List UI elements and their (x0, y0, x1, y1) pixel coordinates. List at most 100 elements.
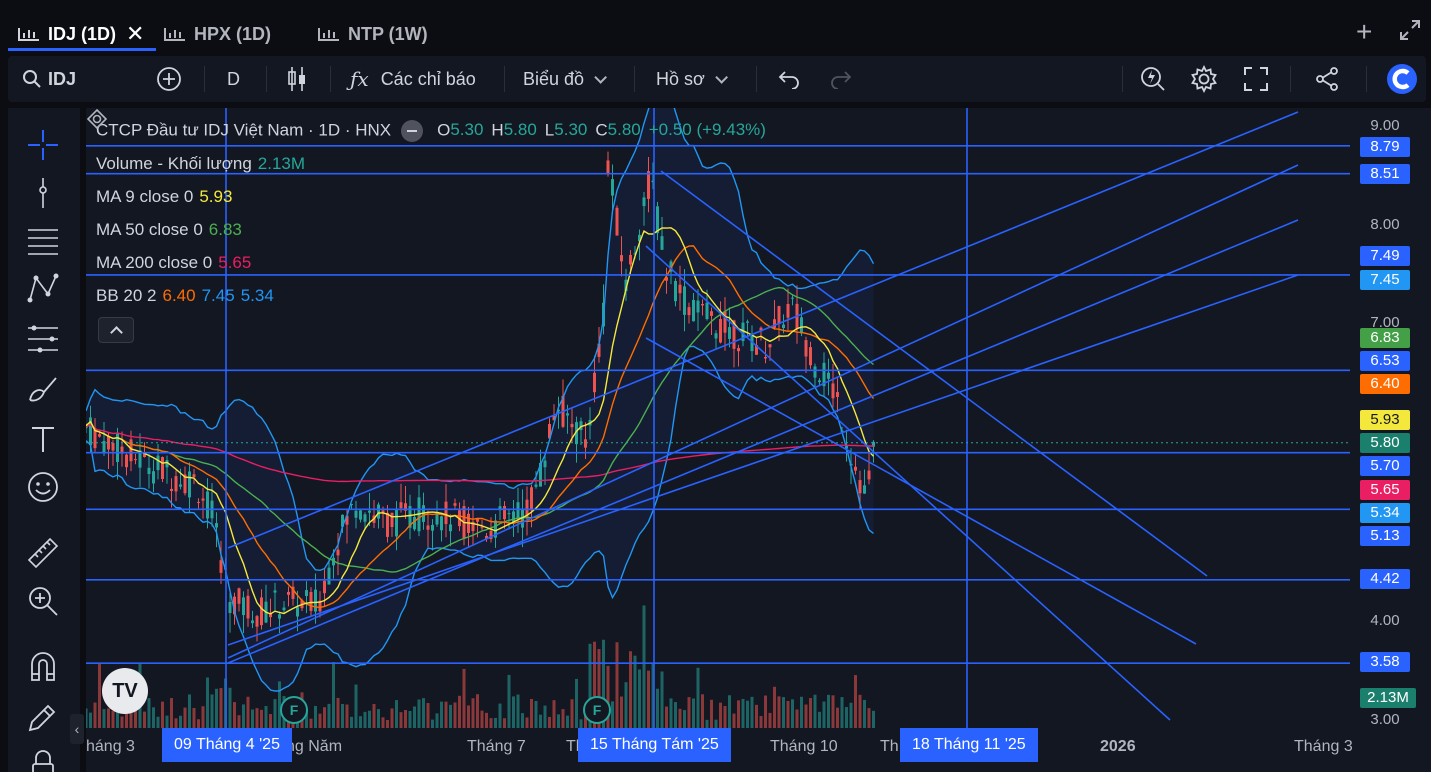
expand-icon[interactable] (1398, 18, 1422, 42)
trend-line-icon[interactable] (26, 176, 60, 210)
candle-body (503, 506, 506, 520)
volume-bar (521, 713, 524, 728)
volume-bar (836, 707, 839, 728)
candle-body (156, 455, 160, 471)
zoom-in-icon[interactable] (26, 584, 60, 618)
settings-button[interactable] (1190, 56, 1218, 102)
volume-bar (215, 688, 218, 728)
time-tick: 2026 (1100, 738, 1136, 755)
magnet-icon[interactable] (26, 650, 60, 684)
candle-body (768, 344, 772, 348)
price-label: 8.79 (1360, 137, 1410, 157)
candle-body (629, 254, 632, 265)
volume-bar (156, 716, 160, 728)
tab-idj[interactable]: IDJ (1D) ✕ (18, 18, 144, 50)
separator (1366, 66, 1367, 92)
chart-menu-button[interactable]: Biểu đồ (523, 56, 608, 102)
brush-icon[interactable] (26, 372, 60, 406)
trading-app: IDJ (1D) ✕ HPX (1D) NTP (1W) + IDJ D ƒx … (0, 0, 1431, 772)
volume-bar (831, 695, 835, 728)
symbol-search[interactable]: IDJ (22, 56, 76, 102)
pattern-icon[interactable] (26, 272, 60, 306)
volume-bar (494, 717, 497, 728)
candle-body (147, 467, 151, 475)
price-tick: 4.00 (1370, 612, 1400, 629)
candle-body (251, 620, 254, 624)
volume-bar (507, 674, 511, 728)
volume-bar (566, 715, 569, 728)
interval-button[interactable]: D (227, 56, 240, 102)
volume-bar (786, 701, 790, 728)
candle-body (660, 236, 664, 250)
prediction-icon[interactable] (26, 322, 60, 356)
chart-pane[interactable]: FF CTCP Đầu tư IDJ Việt Nam · 1D · HNX O5… (86, 108, 1431, 772)
price-tick: 3.00 (1370, 711, 1400, 728)
candle-body (363, 514, 367, 522)
brand-logo[interactable] (1386, 56, 1418, 102)
price-chart[interactable]: FF (86, 108, 1431, 772)
candle-body (201, 498, 205, 501)
candle-body (197, 501, 200, 503)
chart-type-button[interactable] (286, 56, 308, 102)
volume-bar (530, 698, 533, 728)
volume-bar (849, 702, 853, 728)
volume-bar (179, 715, 182, 728)
crosshair-icon[interactable] (26, 128, 60, 162)
volume-bar (476, 694, 479, 728)
volume-bar (408, 711, 412, 728)
volume-bar (201, 706, 205, 728)
legend-volume[interactable]: Volume - Khối lượng 2.13M (96, 154, 305, 174)
volume-bar (309, 718, 313, 728)
collapse-toolbar-icon[interactable]: ‹ (70, 714, 84, 744)
volume-bar (431, 719, 434, 728)
fullscreen-button[interactable] (1244, 56, 1268, 102)
minus-circle-icon[interactable] (401, 120, 424, 142)
candle-body (728, 327, 731, 339)
text-icon[interactable] (26, 422, 60, 456)
channel-line (227, 164, 1299, 659)
volume-bar (728, 695, 731, 728)
tab-hpx[interactable]: HPX (1D) (164, 18, 271, 50)
add-tab-icon[interactable]: + (1356, 16, 1372, 48)
price-tick: 8.00 (1370, 216, 1400, 233)
quick-search-button[interactable] (1140, 56, 1166, 102)
price-label: 3.58 (1360, 652, 1410, 672)
legend-bb[interactable]: BB 20 2 6.40 7.45 5.34 (96, 286, 274, 306)
volume-bar (669, 698, 673, 728)
candle-body (336, 549, 340, 556)
candle-body (179, 484, 182, 487)
candle-body (111, 442, 115, 451)
emoji-icon[interactable] (26, 470, 60, 504)
fib-retracement-icon[interactable] (26, 224, 60, 258)
volume-bar (143, 711, 146, 728)
legend-ma200[interactable]: MA 200 close 0 5.65 (96, 253, 251, 273)
share-button[interactable] (1314, 56, 1340, 102)
indicators-button[interactable]: ƒx Các chỉ báo (350, 56, 476, 102)
compare-button[interactable] (156, 56, 182, 102)
candle-body (242, 597, 245, 616)
close-icon[interactable]: ✕ (126, 21, 144, 47)
candle-body (386, 512, 389, 537)
volume-bar (692, 698, 695, 728)
candle-body (354, 510, 358, 518)
redo-button[interactable] (830, 56, 852, 102)
price-label: 7.49 (1360, 246, 1410, 266)
volume-bar (624, 682, 628, 728)
volume-bar (665, 706, 668, 728)
candle-body (431, 524, 434, 531)
volume-bar (444, 701, 448, 728)
legend-ma9[interactable]: MA 9 close 0 5.93 (96, 187, 232, 207)
profile-menu-button[interactable]: Hồ sơ (656, 56, 728, 102)
volume-bar (422, 698, 425, 728)
tradingview-logo[interactable]: TV (102, 668, 148, 714)
candle-body (867, 470, 871, 480)
gear-icon[interactable] (86, 108, 108, 130)
volume-bar (863, 699, 866, 728)
tab-ntp[interactable]: NTP (1W) (318, 18, 428, 50)
pencil-lock-icon[interactable] (26, 700, 60, 734)
legend-collapse-button[interactable] (98, 317, 134, 343)
undo-button[interactable] (778, 56, 800, 102)
legend-ma50[interactable]: MA 50 close 0 6.83 (96, 220, 242, 240)
lock-icon[interactable] (26, 748, 60, 772)
ruler-icon[interactable] (26, 536, 60, 570)
